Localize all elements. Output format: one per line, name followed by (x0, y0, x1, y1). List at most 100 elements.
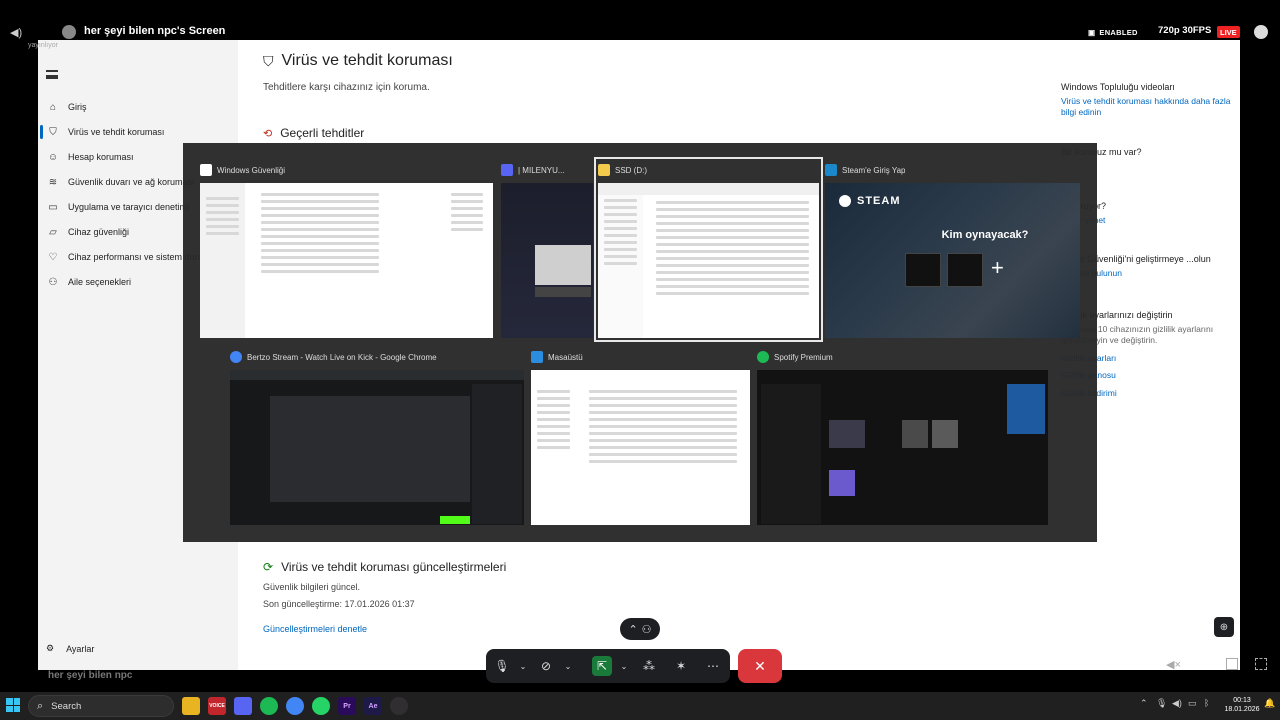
window-caption: | MILENYU... (501, 161, 565, 179)
nav-item-app-browser[interactable]: ▭ Uygulama ve tarayıcı denetimi (46, 197, 189, 217)
window-title: | MILENYU... (518, 165, 565, 175)
display-icon[interactable]: ▭ (1188, 698, 1197, 709)
nav-item-firewall[interactable]: ≋ Güvenlik duvarı ve ağ koruması (46, 172, 195, 192)
camera-off-icon[interactable]: ⊘ (536, 656, 556, 676)
premiere-icon[interactable]: Pr (338, 697, 356, 715)
after-effects-icon[interactable]: Ae (364, 697, 382, 715)
nav-item-home[interactable]: ⌂ Giriş (46, 97, 87, 117)
expand-participants-button[interactable]: ⌃ ⚇ (620, 618, 660, 640)
volume-icon[interactable]: ◀) (10, 26, 22, 39)
file-explorer-icon[interactable] (182, 697, 200, 715)
check-updates-link[interactable]: Güncelleştirmeleri denetle (263, 624, 367, 634)
voice-app-icon[interactable]: VOICE (208, 697, 226, 715)
window-title: SSD (D:) (615, 165, 647, 175)
shield-icon: ⛉ (263, 52, 274, 69)
switcher-window-desktop[interactable]: Masaüstü (531, 348, 750, 525)
laptop-icon: ▱ (49, 226, 57, 238)
chevron-down-icon[interactable]: ⌄ (558, 656, 578, 676)
start-icon[interactable] (6, 698, 20, 712)
updates-heading-text: Virüs ve tehdit koruması güncelleştirmel… (281, 560, 507, 574)
switcher-window-discord[interactable]: | MILENYU... (501, 161, 593, 338)
chevron-down-icon[interactable]: ⌄ (513, 656, 533, 676)
streamer-watermark: her şeyi bilen npc (48, 670, 133, 681)
steam-logo: STEAM (839, 195, 901, 207)
task-switcher: Windows Güvenliği | MILENYU... SSD (D:) (183, 143, 1097, 542)
add-account-icon[interactable]: + (991, 255, 1004, 281)
taskbar-search[interactable]: ⌕ Search (28, 695, 174, 717)
discord-icon[interactable] (234, 697, 252, 715)
chrome-icon (230, 351, 242, 363)
switcher-window-steam[interactable]: Steam'e Giriş Yap STEAM Kim oynayacak? + (825, 161, 1080, 338)
chevron-up-icon[interactable]: ⌃ (1140, 698, 1148, 709)
apps-icon[interactable]: ⁂ (639, 656, 659, 676)
avatar[interactable] (905, 253, 941, 287)
enabled-badge: ▣ ENABLED (1082, 25, 1144, 39)
steam-question: Kim oynayacak? (941, 229, 1029, 241)
bluetooth-icon[interactable]: ᛒ (1204, 698, 1209, 708)
enabled-text: ENABLED (1099, 27, 1138, 37)
community-link[interactable]: Virüs ve tehdit koruması hakkında daha f… (1061, 96, 1231, 119)
end-call-icon: ✕ (754, 657, 766, 674)
chat-icon[interactable] (1254, 25, 1268, 39)
page-subtitle: Tehditlere karşı cihazınız için koruma. (263, 82, 430, 93)
zoom-icon[interactable]: ⊕ (1214, 617, 1234, 637)
whatsapp-icon[interactable] (312, 697, 330, 715)
stream-title: her şeyi bilen npc's Screen (84, 25, 226, 37)
chrome-icon[interactable] (286, 697, 304, 715)
window-caption: SSD (D:) (598, 161, 647, 179)
popout-icon[interactable] (1226, 658, 1238, 670)
stream-status-label: yayınlıyor (28, 42, 58, 49)
window-preview (230, 370, 524, 525)
community-heading: Windows Topluluğu videoları (1061, 82, 1175, 92)
steam-brand: STEAM (857, 195, 901, 207)
window-preview (200, 183, 493, 338)
window-preview (501, 183, 593, 338)
window-title: Steam'e Giriş Yap (842, 165, 906, 175)
window-caption: Masaüstü (531, 348, 583, 366)
update-icon: ⟳ (263, 560, 274, 574)
switcher-window-chrome[interactable]: Bertzo Stream - Watch Live on Kick - Goo… (230, 348, 524, 525)
switcher-window-security[interactable]: Windows Güvenliği (200, 161, 493, 338)
nav-label: Güvenlik duvarı ve ağ koruması (68, 177, 195, 187)
clock-date: 18.01.2026 (1224, 706, 1260, 714)
nav-item-virus[interactable]: ⛉ Virüs ve tehdit koruması (39, 122, 164, 142)
shield-icon: ⛉ (49, 126, 57, 138)
person-icon: ☺ (47, 151, 59, 163)
switcher-window-ssd[interactable]: SSD (D:) (594, 157, 823, 342)
chevron-down-icon[interactable]: ⌄ (614, 656, 634, 676)
quality-badge: 720p 30FPS (1158, 25, 1212, 36)
soundboard-icon[interactable]: ✶ (671, 656, 691, 676)
more-icon[interactable]: ⋯ (703, 656, 723, 676)
obs-icon[interactable] (390, 697, 408, 715)
mute-icon[interactable]: ◀× (1166, 658, 1181, 671)
end-call-button[interactable]: ✕ (738, 649, 782, 683)
taskbar-clock[interactable]: 00:13 18.01.2026 (1222, 696, 1262, 714)
switcher-window-spotify[interactable]: Spotify Premium (757, 348, 1048, 525)
nav-item-account[interactable]: ☺ Hesap koruması (46, 147, 134, 167)
volume-icon[interactable]: ◀) (1172, 698, 1182, 709)
lock-icon: ▣ (1088, 27, 1096, 37)
live-badge: LIVE (1217, 26, 1240, 38)
fullscreen-icon[interactable] (1255, 658, 1267, 670)
microphone-icon[interactable]: 🎙 (492, 656, 512, 676)
page-title-text: Virüs ve tehdit koruması (281, 52, 453, 69)
wifi-icon: ≋ (48, 176, 58, 188)
nav-item-family[interactable]: ⚇ Aile seçenekleri (46, 272, 132, 292)
clock-time: 00:13 (1233, 697, 1251, 704)
notification-icon[interactable]: 🔔 (1264, 698, 1275, 709)
microphone-icon[interactable]: 🎙 (1156, 698, 1167, 709)
avatar[interactable] (947, 253, 983, 287)
nav-item-device-security[interactable]: ▱ Cihaz güvenliği (46, 222, 129, 242)
screen-share-icon[interactable]: ⇱ (592, 656, 612, 676)
hamburger-menu-icon[interactable] (46, 70, 58, 79)
search-label: Search (51, 700, 82, 712)
window-title: Spotify Premium (774, 352, 833, 362)
settings-link[interactable]: ⚙ Ayarlar (46, 643, 94, 654)
heart-icon: ♡ (48, 251, 58, 263)
spotify-icon[interactable] (260, 697, 278, 715)
people-icon: ⚇ (641, 623, 652, 636)
window-preview (757, 370, 1048, 525)
window-title: Bertzo Stream - Watch Live on Kick - Goo… (247, 352, 437, 362)
search-icon: ⌕ (37, 699, 44, 712)
window-caption: Steam'e Giriş Yap (825, 161, 905, 179)
